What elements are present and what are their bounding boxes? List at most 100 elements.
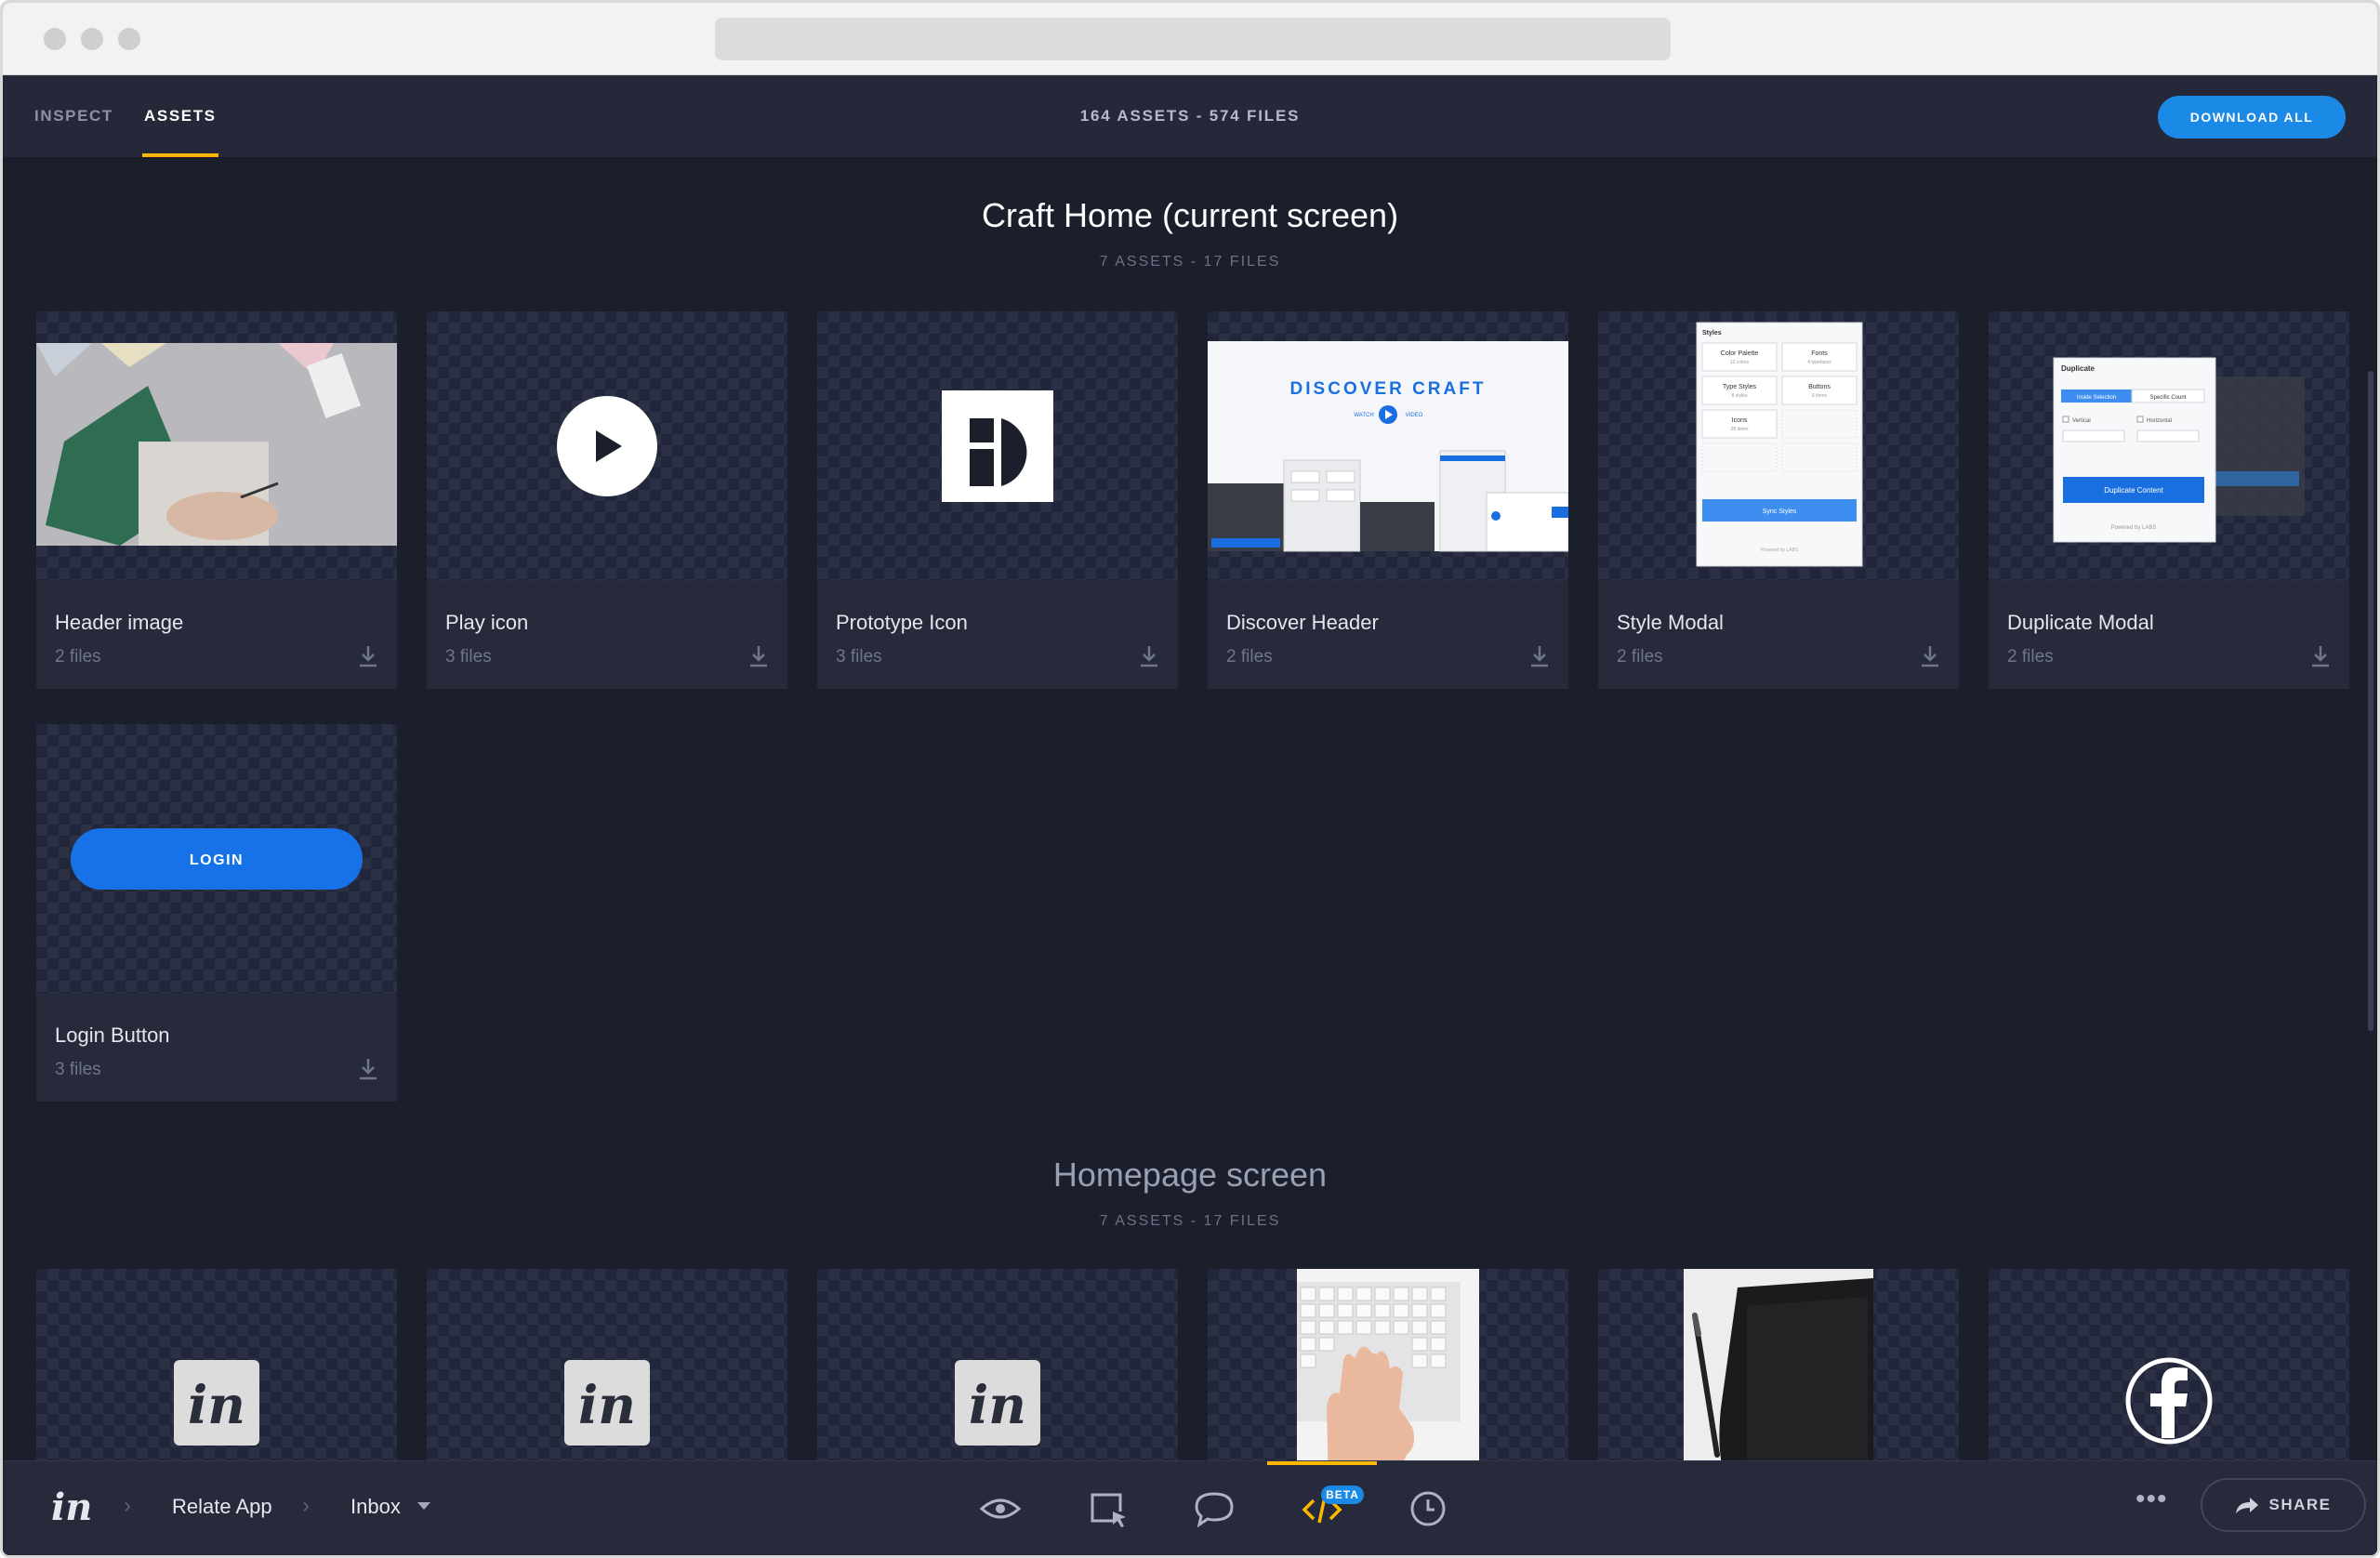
login-label: LOGIN [190,852,244,868]
asset-card[interactable]: Duplicate Inside Selection Specific Coun… [1989,311,2349,689]
download-all-button[interactable]: DOWNLOAD ALL [2158,96,2346,139]
browser-window: INSPECT ASSETS 164 ASSETS - 574 FILES DO… [0,0,2380,1558]
preview-icon[interactable] [979,1487,1022,1530]
chevron-right-icon: › [124,1493,131,1518]
style-cell-sub: 28 items [1731,427,1749,432]
style-modal-title: Styles [1702,330,1722,337]
bottom-toolbar: in › Relate App › Inbox BETA ••• SHARE [3,1460,2377,1555]
asset-name: Login Button [55,1023,170,1047]
duplicate-content-label: Duplicate Content [2104,486,2163,495]
download-icon[interactable] [1920,644,1940,668]
style-cell-label: Fonts [1811,350,1828,357]
powered-by-labs: Powered by LABS [2111,525,2157,531]
asset-thumbnail [1989,1269,2349,1466]
download-icon[interactable] [358,1057,378,1081]
asset-thumbnail: in [427,1269,787,1466]
asset-file-count: 3 files [55,1060,101,1079]
discover-title: DISCOVER CRAFT [1290,379,1487,399]
download-icon[interactable] [1139,644,1159,668]
duplicate-option: Horizontal [2147,418,2172,424]
section-subtitle: 7 ASSETS - 17 FILES [1099,1213,1281,1229]
close-window-icon[interactable] [44,28,66,50]
maximize-window-icon[interactable] [118,28,140,50]
asset-card[interactable]: in [817,1269,1178,1466]
duplicate-modal-title: Duplicate [2061,364,2096,373]
beta-badge: BETA [1321,1485,1364,1504]
asset-card[interactable] [1989,1269,2349,1466]
asset-thumbnail: DISCOVER CRAFT WATCH VIDEO [1208,311,1568,581]
caret-down-icon[interactable] [417,1502,430,1510]
share-arrow-icon [2236,1498,2259,1514]
asset-card[interactable] [1208,1269,1568,1466]
asset-thumbnail: Styles Color Palette 12 colors Fonts 4 t… [1598,311,1959,581]
duplicate-tab: Specific Count [2150,395,2187,401]
asset-card[interactable]: Styles Color Palette 12 colors Fonts 4 t… [1598,311,1959,689]
asset-name: Header image [55,611,184,634]
facebook-icon [2125,1357,2213,1445]
download-icon[interactable] [748,644,769,668]
download-icon[interactable] [2310,644,2331,668]
powered-by-labs: Powered by LABS [1761,548,1799,553]
section-title: Homepage screen [1052,1155,1328,1194]
asset-file-count: 2 files [55,647,101,667]
build-icon[interactable] [1087,1487,1130,1530]
download-icon[interactable] [1529,644,1550,668]
section-subtitle: 7 ASSETS - 17 FILES [1099,254,1281,270]
style-cell-sub: 4 typefaces [1807,360,1831,365]
style-cell-label: Color Palette [1721,350,1759,357]
asset-card[interactable]: DISCOVER CRAFT WATCH VIDEO Discover Head… [1208,311,1568,689]
asset-card[interactable]: Play icon 3 files [427,311,787,689]
duplicate-tab: Inside Selection [2077,395,2116,401]
asset-file-count: 2 files [1226,647,1273,667]
assets-grid: Craft Home (current screen) 7 ASSETS - 1… [3,157,2377,1466]
asset-name: Discover Header [1226,611,1379,634]
breadcrumb-project[interactable]: Relate App [172,1495,272,1519]
style-cell-sub: 12 colors [1730,360,1750,365]
invision-logo-text: in [188,1375,245,1436]
asset-thumbnail: in [817,1269,1178,1466]
history-icon[interactable] [1407,1487,1449,1530]
inspect-nav: INSPECT ASSETS 164 ASSETS - 574 FILES DO… [3,75,2377,157]
invision-logo-icon: in [174,1360,259,1446]
style-cell-label: Icons [1732,417,1748,424]
style-cell-sub: 8 styles [1732,393,1748,399]
style-modal-preview: Styles Color Palette 12 colors Fonts 4 t… [1696,322,1863,567]
invision-logo-text: in [969,1375,1026,1436]
minimize-window-icon[interactable] [81,28,103,50]
invision-logo-icon[interactable]: in [51,1485,92,1529]
vertical-scrollbar[interactable] [2368,371,2373,1031]
asset-card[interactable] [1598,1269,1959,1466]
keyboard-photo [1297,1269,1479,1466]
asset-card[interactable]: LOGIN Login Button 3 files [36,724,397,1102]
asset-file-count: 3 files [836,647,882,667]
asset-name: Play icon [445,611,529,634]
asset-thumbnail [427,311,787,581]
chevron-right-icon: › [302,1493,310,1518]
share-label: SHARE [2268,1495,2332,1513]
play-icon [557,396,657,496]
address-bar[interactable] [715,18,1671,60]
style-cell-sub: 6 items [1812,393,1828,399]
breadcrumb-screen[interactable]: Inbox [350,1495,401,1519]
asset-card[interactable]: in [427,1269,787,1466]
asset-name: Prototype Icon [836,611,968,634]
asset-thumbnail: Duplicate Inside Selection Specific Coun… [1989,311,2349,581]
style-cell-label: Buttons [1808,384,1831,390]
comment-icon[interactable] [1193,1487,1236,1530]
more-options-icon[interactable]: ••• [2135,1484,2168,1515]
asset-file-count: 2 files [2007,647,2054,667]
section-title: Craft Home (current screen) [981,196,1399,234]
style-cell-label: Type Styles [1723,384,1757,390]
asset-thumbnail [817,311,1178,581]
asset-card[interactable]: Prototype Icon 3 files [817,311,1178,689]
asset-thumbnail: LOGIN [36,724,397,994]
active-tool-indicator [1267,1461,1377,1465]
asset-thumbnail: in [36,1269,397,1466]
sync-styles-label: Sync Styles [1763,508,1797,515]
share-button[interactable]: SHARE [2201,1478,2366,1532]
asset-card[interactable]: in [36,1269,397,1466]
asset-file-count: 3 files [445,647,492,667]
download-icon[interactable] [358,644,378,668]
asset-card[interactable]: Header image 2 files [36,311,397,689]
duplicate-modal-preview: Duplicate Inside Selection Specific Coun… [2053,357,2305,543]
